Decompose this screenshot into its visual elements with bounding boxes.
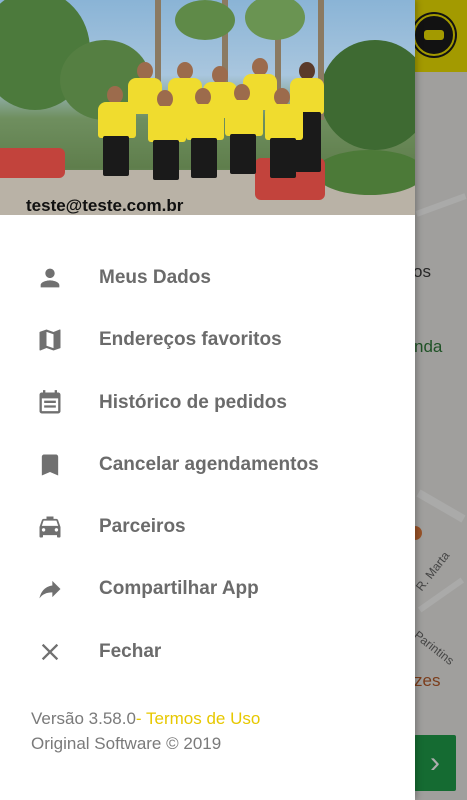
copyright-text: Original Software © 2019 <box>31 734 222 753</box>
terms-of-use-link[interactable]: Termos de Uso <box>146 709 260 728</box>
menu-item-label: Cancelar agendamentos <box>99 453 319 475</box>
menu-item-fechar[interactable]: Fechar <box>0 621 415 683</box>
menu-item-enderecos-favoritos[interactable]: Endereços favoritos <box>0 309 415 371</box>
drawer-header-photo: teste@teste.com.br <box>0 0 415 215</box>
terms-separator: - <box>135 709 146 728</box>
menu-item-label: Parceiros <box>99 516 186 538</box>
taxi-icon <box>39 516 61 538</box>
person-icon <box>40 268 60 288</box>
menu-item-cancelar-agendamentos[interactable]: Cancelar agendamentos <box>0 434 415 496</box>
menu-item-parceiros[interactable]: Parceiros <box>0 496 415 558</box>
drawer-menu: Meus Dados Endereços favoritos Histórico… <box>0 247 415 683</box>
menu-item-label: Histórico de pedidos <box>99 391 287 413</box>
map-icon <box>39 329 61 351</box>
drawer-footer: Versão 3.58.0- Termos de Uso Original So… <box>31 706 260 756</box>
share-arrow-icon <box>39 581 61 599</box>
app-version: Versão 3.58.0 <box>31 709 136 728</box>
menu-item-meus-dados[interactable]: Meus Dados <box>0 247 415 309</box>
menu-item-label: Endereços favoritos <box>99 329 282 351</box>
menu-item-label: Compartilhar App <box>99 578 259 600</box>
close-icon <box>41 643 59 660</box>
user-email: teste@teste.com.br <box>26 196 184 215</box>
navigation-drawer: teste@teste.com.br Meus Dados Endereços … <box>0 0 415 800</box>
calendar-icon <box>39 389 61 414</box>
menu-item-historico-de-pedidos[interactable]: Histórico de pedidos <box>0 372 415 434</box>
menu-item-label: Meus Dados <box>99 267 211 288</box>
menu-item-label: Fechar <box>99 640 162 662</box>
menu-item-compartilhar-app[interactable]: Compartilhar App <box>0 558 415 620</box>
bookmark-icon <box>41 454 59 476</box>
